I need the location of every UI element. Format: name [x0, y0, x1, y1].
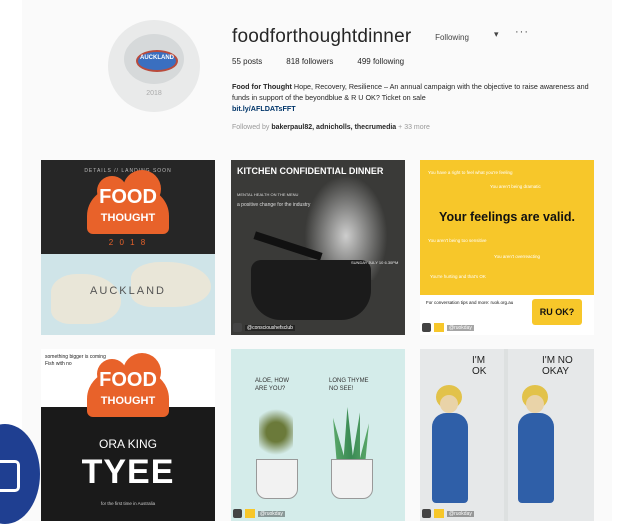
followed-by-more[interactable]: + 33 more	[398, 124, 430, 131]
logo-word-thought: THOUGHT	[100, 212, 156, 224]
followed-by-names[interactable]: bakerpaul82, adnicholls, thecrumedia	[271, 124, 396, 131]
post-tile-plants[interactable]: ALOE, HOW ARE YOU? LONG THYME NO SEE! @r…	[231, 349, 405, 521]
post-tag-bar: @conscioushefsclub	[233, 323, 295, 332]
post-subtitle: MENTAL HEALTH ON THE MENU	[237, 192, 299, 197]
post-tile-kitchen-dinner[interactable]: KITCHEN CONFIDENTIAL DINNER MENTAL HEALT…	[231, 160, 405, 335]
camera-icon	[422, 509, 431, 518]
cloud-logo-icon: FOOD THOUGHT	[87, 353, 169, 417]
post-headline: TYEE	[81, 453, 175, 491]
post-city: AUCKLAND	[90, 285, 166, 297]
wall-text-right: I'M NO OKAY	[542, 355, 573, 377]
figure-body	[518, 413, 554, 503]
post-date: SUNDAY JULY 10 6.30PM	[351, 260, 399, 265]
camera-icon	[233, 323, 242, 332]
logo-word-food: FOOD	[99, 369, 157, 391]
profile-bio: Food for Thought Hope, Recovery, Resilie…	[232, 81, 592, 114]
followed-by-prefix: Followed by	[232, 124, 270, 131]
bio-name: Food for Thought	[232, 82, 292, 91]
ruok-mini-logo-icon	[434, 509, 444, 518]
post-footer: For conversation tips and more: ruok.org…	[426, 300, 514, 305]
post-caption: DETAILS // LANDING SOON	[84, 168, 172, 174]
post-tag: @ruokday	[447, 510, 474, 517]
overlay-badge-inner	[0, 460, 20, 492]
speech-left: ALOE, HOW ARE YOU?	[255, 378, 290, 392]
profile-stats: 55 posts 818 followers 499 following	[232, 57, 404, 66]
figure-head	[440, 395, 458, 413]
followers-count[interactable]: 818 followers	[286, 57, 333, 66]
post-headline: Your feelings are valid.	[439, 210, 575, 224]
aloe-plant-icon	[333, 407, 369, 461]
post-line: You're hurting and that's OK	[430, 274, 486, 279]
ruok-mini-logo-icon	[245, 509, 255, 518]
camera-icon	[422, 323, 431, 332]
post-line: You aren't overreacting	[494, 254, 540, 259]
pot-image	[251, 260, 371, 320]
profile-avatar[interactable]: AUCKLAND 2018	[108, 20, 200, 112]
post-year: 2 0 1 8	[108, 238, 148, 247]
camera-icon	[233, 509, 242, 518]
wall-text-left: I'M OK	[472, 355, 487, 377]
plant-pot-icon	[256, 459, 298, 499]
post-teaser: something bigger is coming Fish with no	[45, 354, 106, 367]
avatar-badge-label: AUCKLAND	[140, 55, 174, 61]
post-line: You aren't being too sensitive	[428, 238, 487, 243]
post-tag-bar: @ruokday	[422, 323, 474, 332]
post-tag: @ruokday	[447, 324, 474, 331]
profile-username: foodforthoughtdinner	[232, 26, 412, 47]
post-tile-feelings-valid[interactable]: You have a right to feel what you're fee…	[420, 160, 594, 335]
figure-head	[526, 395, 544, 413]
bio-link[interactable]: bit.ly/AFLDATsFFT	[232, 104, 296, 113]
map-land	[51, 274, 121, 324]
logo-word-thought: THOUGHT	[100, 395, 156, 407]
thyme-plant-icon	[259, 404, 293, 460]
post-tagline: for the first time in Australia	[100, 501, 156, 506]
following-button[interactable]: Following	[424, 28, 480, 46]
logo-word-food: FOOD	[99, 186, 157, 208]
post-title: KITCHEN CONFIDENTIAL DINNER	[237, 166, 384, 176]
posts-count: 55 posts	[232, 57, 263, 66]
post-tile-tyee[interactable]: something bigger is coming Fish with no …	[41, 349, 215, 521]
illustration-panel	[420, 349, 504, 521]
ruok-mini-logo-icon	[434, 323, 444, 332]
ruok-logo: RU OK?	[532, 299, 582, 325]
avatar-year: 2018	[146, 90, 162, 97]
chevron-down-icon[interactable]: ▾	[494, 29, 499, 40]
post-tag: @conscioushefsclub	[245, 324, 295, 331]
figure-body	[432, 413, 468, 503]
avatar-badge: AUCKLAND	[136, 50, 178, 72]
followed-by: Followed by bakerpaul82, adnicholls, the…	[232, 124, 430, 131]
post-tag-bar: @ruokday	[233, 509, 285, 518]
post-line: You have a right to feel what you're fee…	[428, 170, 513, 175]
plant-pot-icon	[331, 459, 373, 499]
speech-right: LONG THYME NO SEE!	[329, 378, 369, 392]
post-tagline: a positive change for the industry	[237, 202, 311, 208]
post-brand: ORA KING	[98, 437, 157, 451]
post-line: You aren't being dramatic	[490, 184, 541, 189]
following-count[interactable]: 499 following	[357, 57, 404, 66]
post-tile-auckland[interactable]: DETAILS // LANDING SOON FOOD THOUGHT 2 0…	[41, 160, 215, 335]
post-tile-im-ok[interactable]: I'M OK I'M NO OKAY @ruokday	[420, 349, 594, 521]
post-tag: @ruokday	[258, 510, 285, 517]
post-tag-bar: @ruokday	[422, 509, 474, 518]
more-options-icon[interactable]: ···	[515, 26, 529, 38]
cloud-logo-icon: FOOD THOUGHT	[87, 170, 169, 234]
